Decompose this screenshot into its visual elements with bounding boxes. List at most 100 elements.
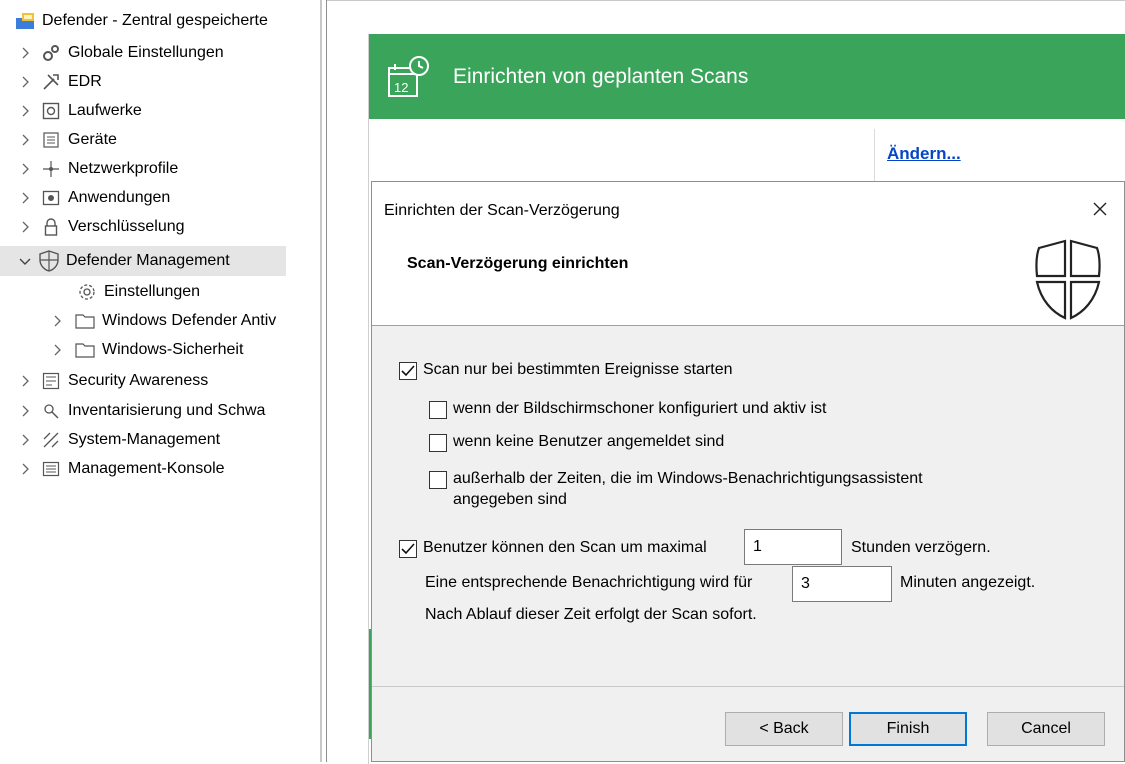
tree-item-laufwerke[interactable]: Laufwerke [18, 96, 142, 125]
option-outside-hours-text: außerhalb der Zeiten, die im Windows-Ben… [453, 468, 923, 510]
checkbox-screensaver[interactable] [429, 401, 447, 419]
tree-item-label: Anwendungen [68, 188, 171, 206]
chevron-right-icon[interactable] [18, 220, 32, 234]
tree-item-label: Laufwerke [68, 101, 142, 119]
folder-icon [74, 310, 96, 332]
tree-item-security-awareness[interactable]: Security Awareness [18, 366, 208, 395]
tree-item-netzwerkprofile[interactable]: Netzwerkprofile [18, 154, 178, 183]
tree-item-management-konsole[interactable]: Management-Konsole [18, 454, 225, 483]
dialog-header: Einrichten der Scan-Verzögerung Scan-Ver… [372, 182, 1124, 326]
wizard-divider [874, 129, 875, 184]
tree-item-verschluesselung[interactable]: Verschlüsselung [18, 212, 185, 241]
option-outside-hours[interactable]: außerhalb der Zeiten, die im Windows-Ben… [429, 470, 923, 510]
option-outside-hours-label-1: außerhalb der Zeiten, die im Windows-Ben… [453, 470, 923, 487]
option-outside-hours-label-2: angegeben sind [453, 491, 567, 508]
delay-hours-input[interactable]: 1 [744, 529, 842, 565]
chevron-right-icon[interactable] [18, 104, 32, 118]
tree-item-anwendungen[interactable]: Anwendungen [18, 183, 170, 212]
chevron-right-icon[interactable] [50, 314, 64, 328]
tree-item-geraete[interactable]: Geräte [18, 125, 117, 154]
wizard-header: 12 Einrichten von geplanten Scans [369, 34, 1125, 119]
console-icon [40, 458, 62, 480]
folder-icon [74, 339, 96, 361]
notify-prefix: Eine entsprechende Benachrichtigung wird… [425, 574, 753, 591]
chevron-right-icon[interactable] [18, 75, 32, 89]
lock-icon [40, 216, 62, 238]
tree-item-defender-management[interactable]: Defender Management [0, 246, 286, 276]
option-event-start-label: Scan nur bei bestimmten Ereignisse start… [423, 361, 733, 378]
tree-item-label: Einstellungen [104, 282, 201, 300]
footer-divider [372, 686, 1124, 687]
checkmark-icon [401, 365, 415, 377]
chevron-right-icon[interactable] [50, 343, 64, 357]
option-event-start[interactable]: Scan nur bei bestimmten Ereignisse start… [399, 361, 732, 380]
tree-item-label: Verschlüsselung [68, 217, 185, 235]
delay-hours-suffix: Stunden verzögern. [851, 539, 991, 556]
close-icon [1093, 202, 1107, 216]
tree-item-label: Geräte [68, 130, 117, 148]
application-icon [40, 187, 62, 209]
drive-icon [40, 100, 62, 122]
option-screensaver[interactable]: wenn der Bildschirmschoner konfiguriert … [429, 400, 827, 419]
tree-item-einstellungen[interactable]: Einstellungen [76, 277, 200, 306]
pane-splitter[interactable] [320, 0, 322, 762]
option-no-users-label: wenn keine Benutzer angemeldet sind [453, 433, 725, 450]
chevron-right-icon[interactable] [18, 404, 32, 418]
checkmark-icon [401, 543, 415, 555]
option-no-users[interactable]: wenn keine Benutzer angemeldet sind [429, 433, 724, 452]
tree-item-label: Globale Einstellungen [68, 43, 224, 61]
option-user-delay[interactable]: Benutzer können den Scan um maximal [399, 539, 707, 558]
svg-text:12: 12 [394, 80, 408, 95]
dialog-title: Einrichten der Scan-Verzögerung [384, 202, 620, 219]
after-note: Nach Ablauf dieser Zeit erfolgt der Scan… [425, 606, 757, 623]
back-button[interactable]: < Back [725, 712, 843, 746]
close-button[interactable] [1087, 196, 1113, 222]
tree-item-windows-defender-antiv[interactable]: Windows Defender Antiv [50, 306, 276, 335]
checkbox-no-users[interactable] [429, 434, 447, 452]
tree-item-label: EDR [68, 72, 102, 90]
top-divider [327, 0, 1125, 1]
inventory-icon [40, 400, 62, 422]
checkbox-event-start[interactable] [399, 362, 417, 380]
wizard-title: Einrichten von geplanten Scans [453, 64, 749, 88]
dialog-subtitle: Scan-Verzögerung einrichten [407, 255, 629, 272]
notify-suffix: Minuten angezeigt. [900, 574, 1036, 591]
chevron-right-icon[interactable] [18, 462, 32, 476]
tree-item-system-management[interactable]: System-Management [18, 425, 220, 454]
tree-item-edr[interactable]: EDR [18, 67, 102, 96]
computer-icon [14, 10, 36, 32]
cancel-button[interactable]: Cancel [987, 712, 1105, 746]
tree-item-windows-sicherheit[interactable]: Windows-Sicherheit [50, 335, 243, 364]
tree-item-label: Management-Konsole [68, 459, 225, 477]
tree-root-label: Defender - Zentral gespeicherte [42, 11, 268, 29]
tree-item-label: Netzwerkprofile [68, 159, 179, 177]
chevron-right-icon[interactable] [18, 433, 32, 447]
finish-button[interactable]: Finish [849, 712, 967, 746]
change-link[interactable]: Ändern... [887, 144, 961, 164]
chevron-right-icon[interactable] [18, 162, 32, 176]
chevron-right-icon[interactable] [18, 46, 32, 60]
system-management-icon [40, 429, 62, 451]
calendar-clock-icon: 12 [388, 55, 429, 97]
user-delay-label: Benutzer können den Scan um maximal [423, 539, 707, 556]
checkbox-outside-hours[interactable] [429, 471, 447, 489]
tree-item-label: Windows Defender Antiv [102, 311, 277, 329]
tree-item-inventarisierung[interactable]: Inventarisierung und Schwa [18, 396, 265, 425]
scan-delay-dialog: Einrichten der Scan-Verzögerung Scan-Ver… [371, 181, 1125, 762]
notify-minutes-input[interactable]: 3 [792, 566, 892, 602]
tree-item-label: Windows-Sicherheit [102, 340, 244, 358]
shield-icon [38, 250, 60, 272]
tree-item-label: System-Management [68, 430, 221, 448]
chevron-right-icon[interactable] [18, 374, 32, 388]
checkbox-user-delay[interactable] [399, 540, 417, 558]
chevron-right-icon[interactable] [18, 133, 32, 147]
chevron-down-icon[interactable] [18, 254, 32, 268]
tree-item-globale-einstellungen[interactable]: Globale Einstellungen [18, 38, 224, 67]
gears-icon [40, 42, 62, 64]
option-screensaver-label: wenn der Bildschirmschoner konfiguriert … [453, 400, 827, 417]
tree-item-label: Inventarisierung und Schwa [68, 401, 266, 419]
pane-divider [326, 0, 327, 762]
gear-icon [76, 281, 98, 303]
chevron-right-icon[interactable] [18, 191, 32, 205]
tree-root[interactable]: Defender - Zentral gespeicherte [14, 6, 268, 35]
